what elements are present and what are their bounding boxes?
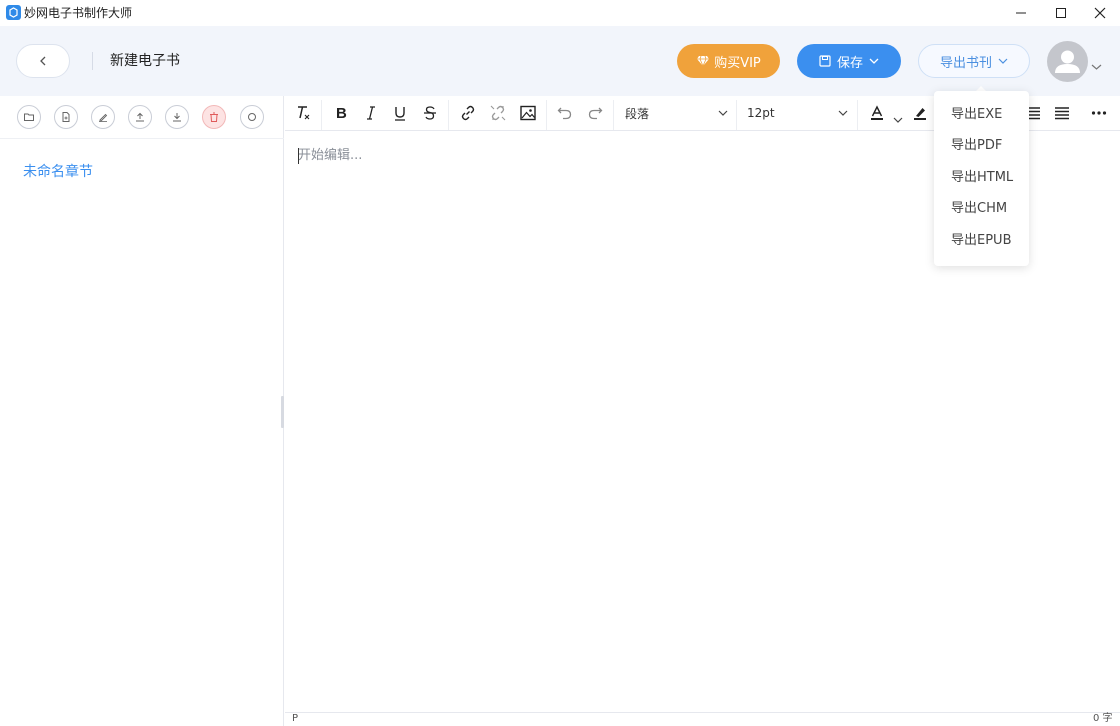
editor-status-bar — [285, 712, 1120, 726]
new-file-button[interactable] — [54, 105, 78, 129]
toolbar-separator — [613, 100, 614, 130]
editor-placeholder: 开始编辑... — [298, 148, 363, 163]
bold-button[interactable]: B — [327, 100, 355, 126]
insert-image-button[interactable] — [514, 100, 542, 126]
text-color-button[interactable] — [863, 100, 891, 126]
minimize-button[interactable] — [1001, 0, 1041, 26]
chapter-sidebar — [0, 96, 284, 726]
chevron-down-icon — [718, 110, 728, 116]
insert-link-button[interactable] — [454, 100, 482, 126]
clear-format-icon — [298, 106, 310, 120]
search-icon — [248, 113, 256, 121]
word-count: 0 字 — [1093, 713, 1113, 724]
new-file-icon — [62, 112, 70, 122]
underline-button[interactable] — [386, 100, 414, 126]
align-distribute-button[interactable] — [1048, 100, 1076, 126]
highlight-color-button[interactable] — [906, 100, 934, 126]
maximize-button[interactable] — [1041, 0, 1081, 26]
toolbar-separator — [857, 100, 858, 130]
block-format-value: 段落 — [625, 106, 650, 121]
chapter-item[interactable]: 未命名章节 — [23, 162, 93, 182]
more-tools-button[interactable] — [1085, 100, 1113, 126]
chevron-down-icon — [838, 110, 848, 116]
move-up-button[interactable] — [128, 105, 152, 129]
chevron-down-icon — [1091, 64, 1102, 70]
move-up-icon — [136, 112, 144, 122]
redo-icon — [588, 107, 603, 120]
panel-resize-handle[interactable] — [281, 396, 284, 428]
maximize-icon — [1056, 8, 1066, 18]
window-title: 妙网电子书制作大师 — [24, 6, 133, 20]
title-bar — [0, 0, 1120, 26]
element-path[interactable]: P — [292, 713, 298, 725]
underline-icon — [395, 107, 405, 121]
text-color-dropdown[interactable] — [893, 109, 903, 128]
more-icon — [1091, 111, 1107, 115]
italic-icon — [367, 106, 375, 120]
back-button[interactable] — [16, 44, 70, 78]
export-epub-item[interactable]: 导出EPUB — [951, 232, 1012, 250]
font-size-select[interactable]: 12pt — [747, 100, 848, 126]
chevron-down-icon — [869, 58, 879, 64]
highlighter-icon — [914, 108, 926, 120]
close-button[interactable] — [1080, 0, 1120, 26]
avatar-menu-chevron[interactable] — [1091, 56, 1102, 75]
clear-format-button[interactable] — [289, 100, 317, 126]
rename-icon — [99, 113, 108, 122]
redo-button[interactable] — [581, 100, 609, 126]
toolbar-separator — [448, 100, 449, 130]
header-divider — [92, 52, 93, 70]
save-label: 保存 — [836, 55, 863, 71]
toolbar-separator — [321, 100, 322, 130]
new-folder-button[interactable] — [17, 105, 41, 129]
delete-button[interactable] — [202, 105, 226, 129]
link-icon — [461, 105, 475, 121]
save-icon — [819, 55, 831, 67]
buy-vip-label: 购买VIP — [714, 55, 761, 71]
export-book-label: 导出书刊 — [939, 55, 992, 71]
font-size-value: 12pt — [747, 106, 775, 120]
unlink-icon — [490, 105, 506, 121]
svg-text:B: B — [336, 105, 347, 122]
text-color-icon — [871, 105, 883, 120]
toolbar-separator — [546, 100, 547, 130]
strikethrough-icon — [424, 106, 436, 120]
move-down-button[interactable] — [165, 105, 189, 129]
undo-button[interactable] — [551, 100, 579, 126]
export-pdf-item[interactable]: 导出PDF — [951, 137, 1002, 155]
export-exe-item[interactable]: 导出EXE — [951, 106, 1002, 124]
book-title: 新建电子书 — [110, 53, 180, 69]
toolbar-separator — [736, 100, 737, 130]
diamond-icon — [697, 55, 710, 67]
remove-link-button[interactable] — [484, 100, 512, 126]
bold-icon: B — [336, 105, 347, 122]
minimize-icon — [1016, 12, 1026, 14]
export-book-button[interactable]: 导出书刊 — [918, 44, 1030, 78]
strikethrough-button[interactable] — [416, 100, 444, 126]
chevron-down-icon — [998, 58, 1008, 64]
user-avatar[interactable] — [1047, 41, 1088, 82]
chevron-down-icon — [893, 117, 903, 123]
save-button[interactable]: 保存 — [797, 44, 901, 78]
export-chm-item[interactable]: 导出CHM — [951, 200, 1007, 218]
search-button[interactable] — [240, 105, 264, 129]
text-cursor — [298, 148, 299, 164]
buy-vip-button[interactable]: 购买VIP — [677, 44, 780, 78]
delete-icon — [210, 112, 218, 122]
close-icon — [1094, 7, 1106, 19]
image-icon — [520, 105, 536, 121]
rename-button[interactable] — [91, 105, 115, 129]
export-html-item[interactable]: 导出HTML — [951, 169, 1013, 187]
new-folder-icon — [24, 113, 34, 121]
move-down-icon — [173, 113, 181, 122]
chevron-left-icon — [40, 56, 46, 66]
undo-icon — [557, 107, 572, 120]
block-format-select[interactable]: 段落 — [625, 100, 728, 126]
user-icon — [1055, 50, 1080, 73]
app-logo-icon — [6, 5, 21, 20]
align-distribute-icon — [1055, 107, 1069, 120]
italic-button[interactable] — [357, 100, 385, 126]
